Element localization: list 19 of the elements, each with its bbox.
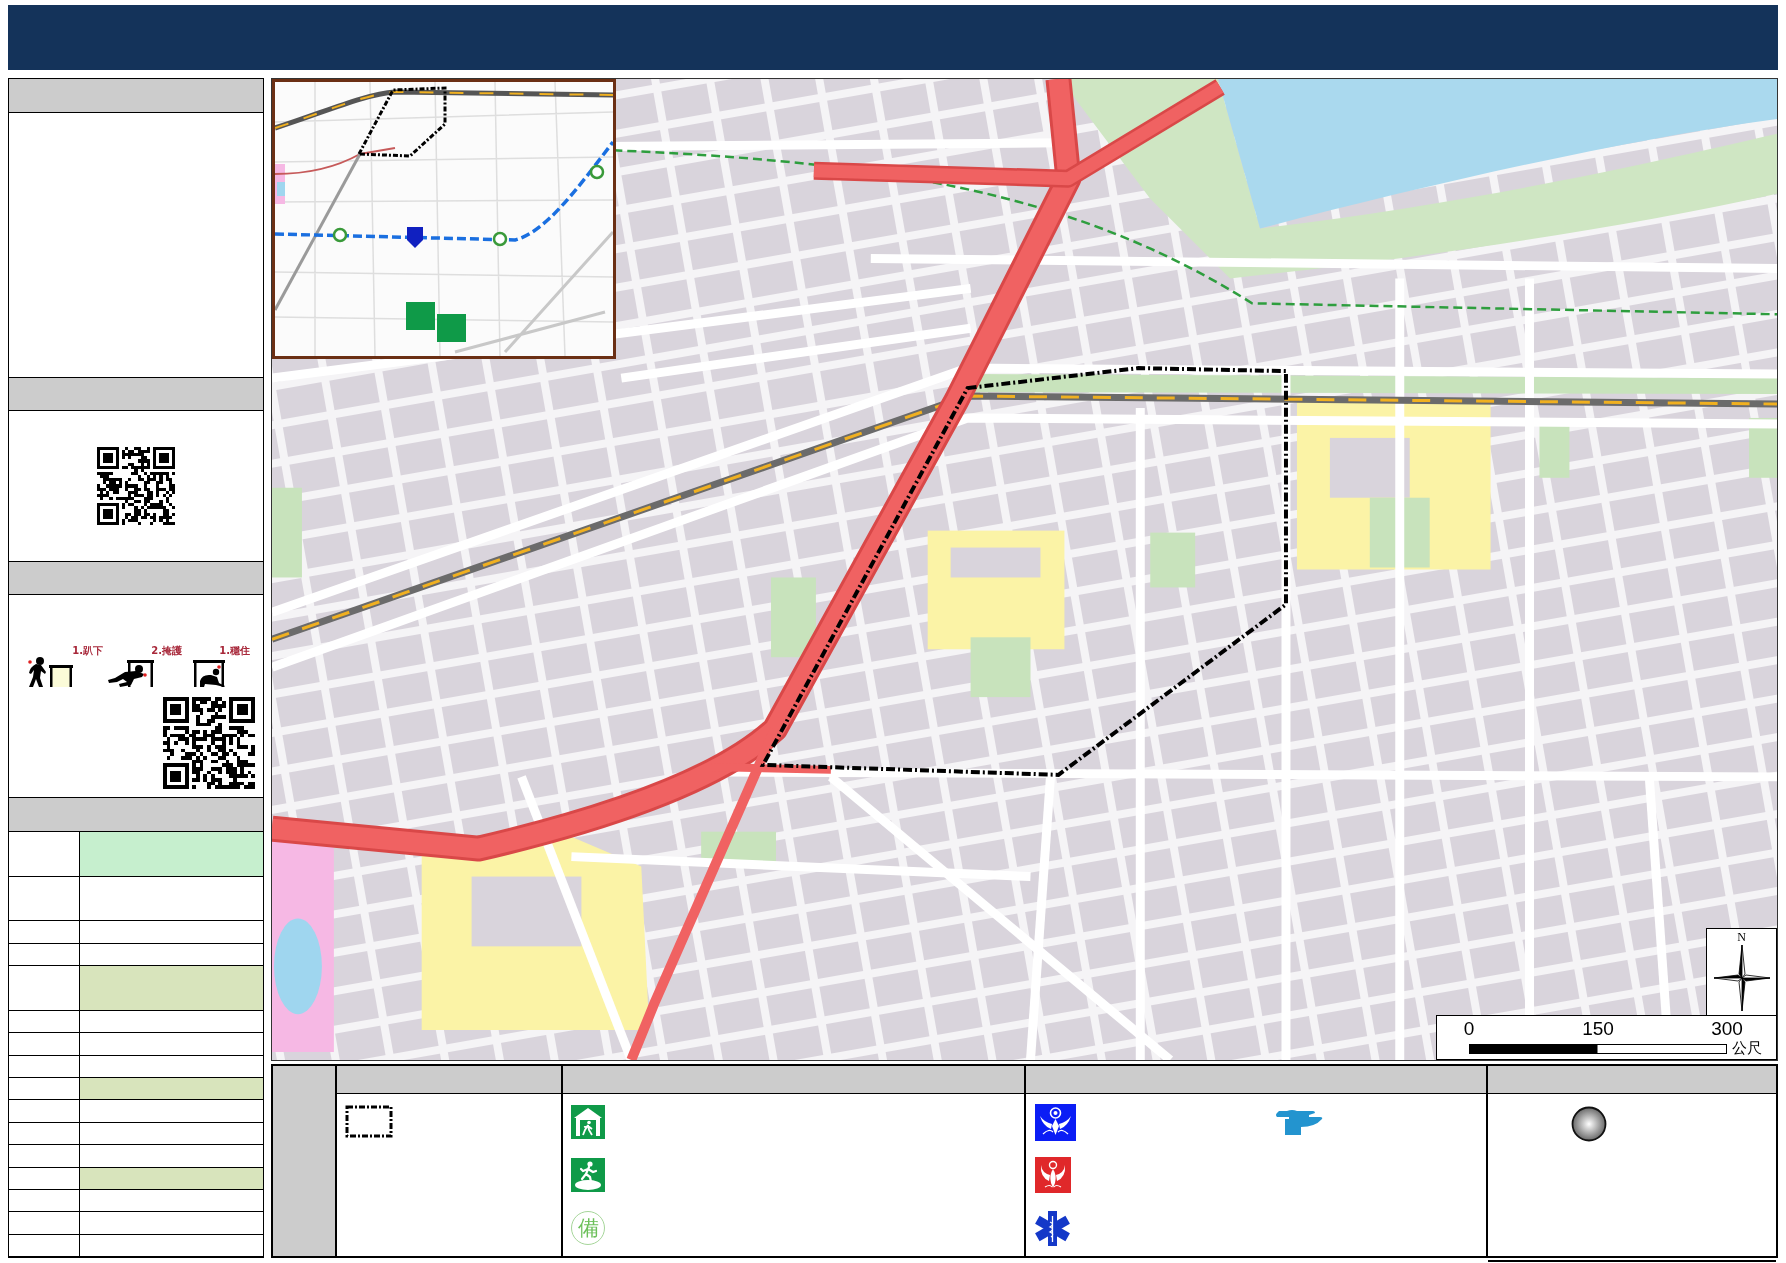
drill-step-label: 1.穩住 — [219, 645, 250, 656]
drill-step-label: 1.趴下 — [72, 645, 103, 656]
shelter-house-icon — [571, 1105, 605, 1139]
north-label: N — [1737, 931, 1746, 944]
scale-bar-icon — [1469, 1043, 1727, 1054]
police-emblem-icon — [1035, 1103, 1076, 1141]
dotted-boundary-icon — [345, 1104, 393, 1138]
scale-tick-label: 150 — [1582, 1019, 1614, 1039]
compass-icon — [1712, 944, 1771, 1012]
faucet-icon — [1275, 1109, 1324, 1135]
scale-tick-label: 0 — [1463, 1019, 1475, 1039]
scale-unit-label: 公尺 — [1732, 1040, 1762, 1057]
drill-step-label: 2.掩護 — [151, 645, 182, 656]
scale-tick-label: 300 — [1711, 1019, 1743, 1039]
running-person-icon — [571, 1158, 605, 1192]
person-beside-table-icon — [26, 656, 74, 688]
star-of-life-icon — [1035, 1210, 1070, 1246]
sphere-icon — [1571, 1106, 1607, 1142]
fire-brigade-emblem-icon — [1035, 1157, 1071, 1193]
